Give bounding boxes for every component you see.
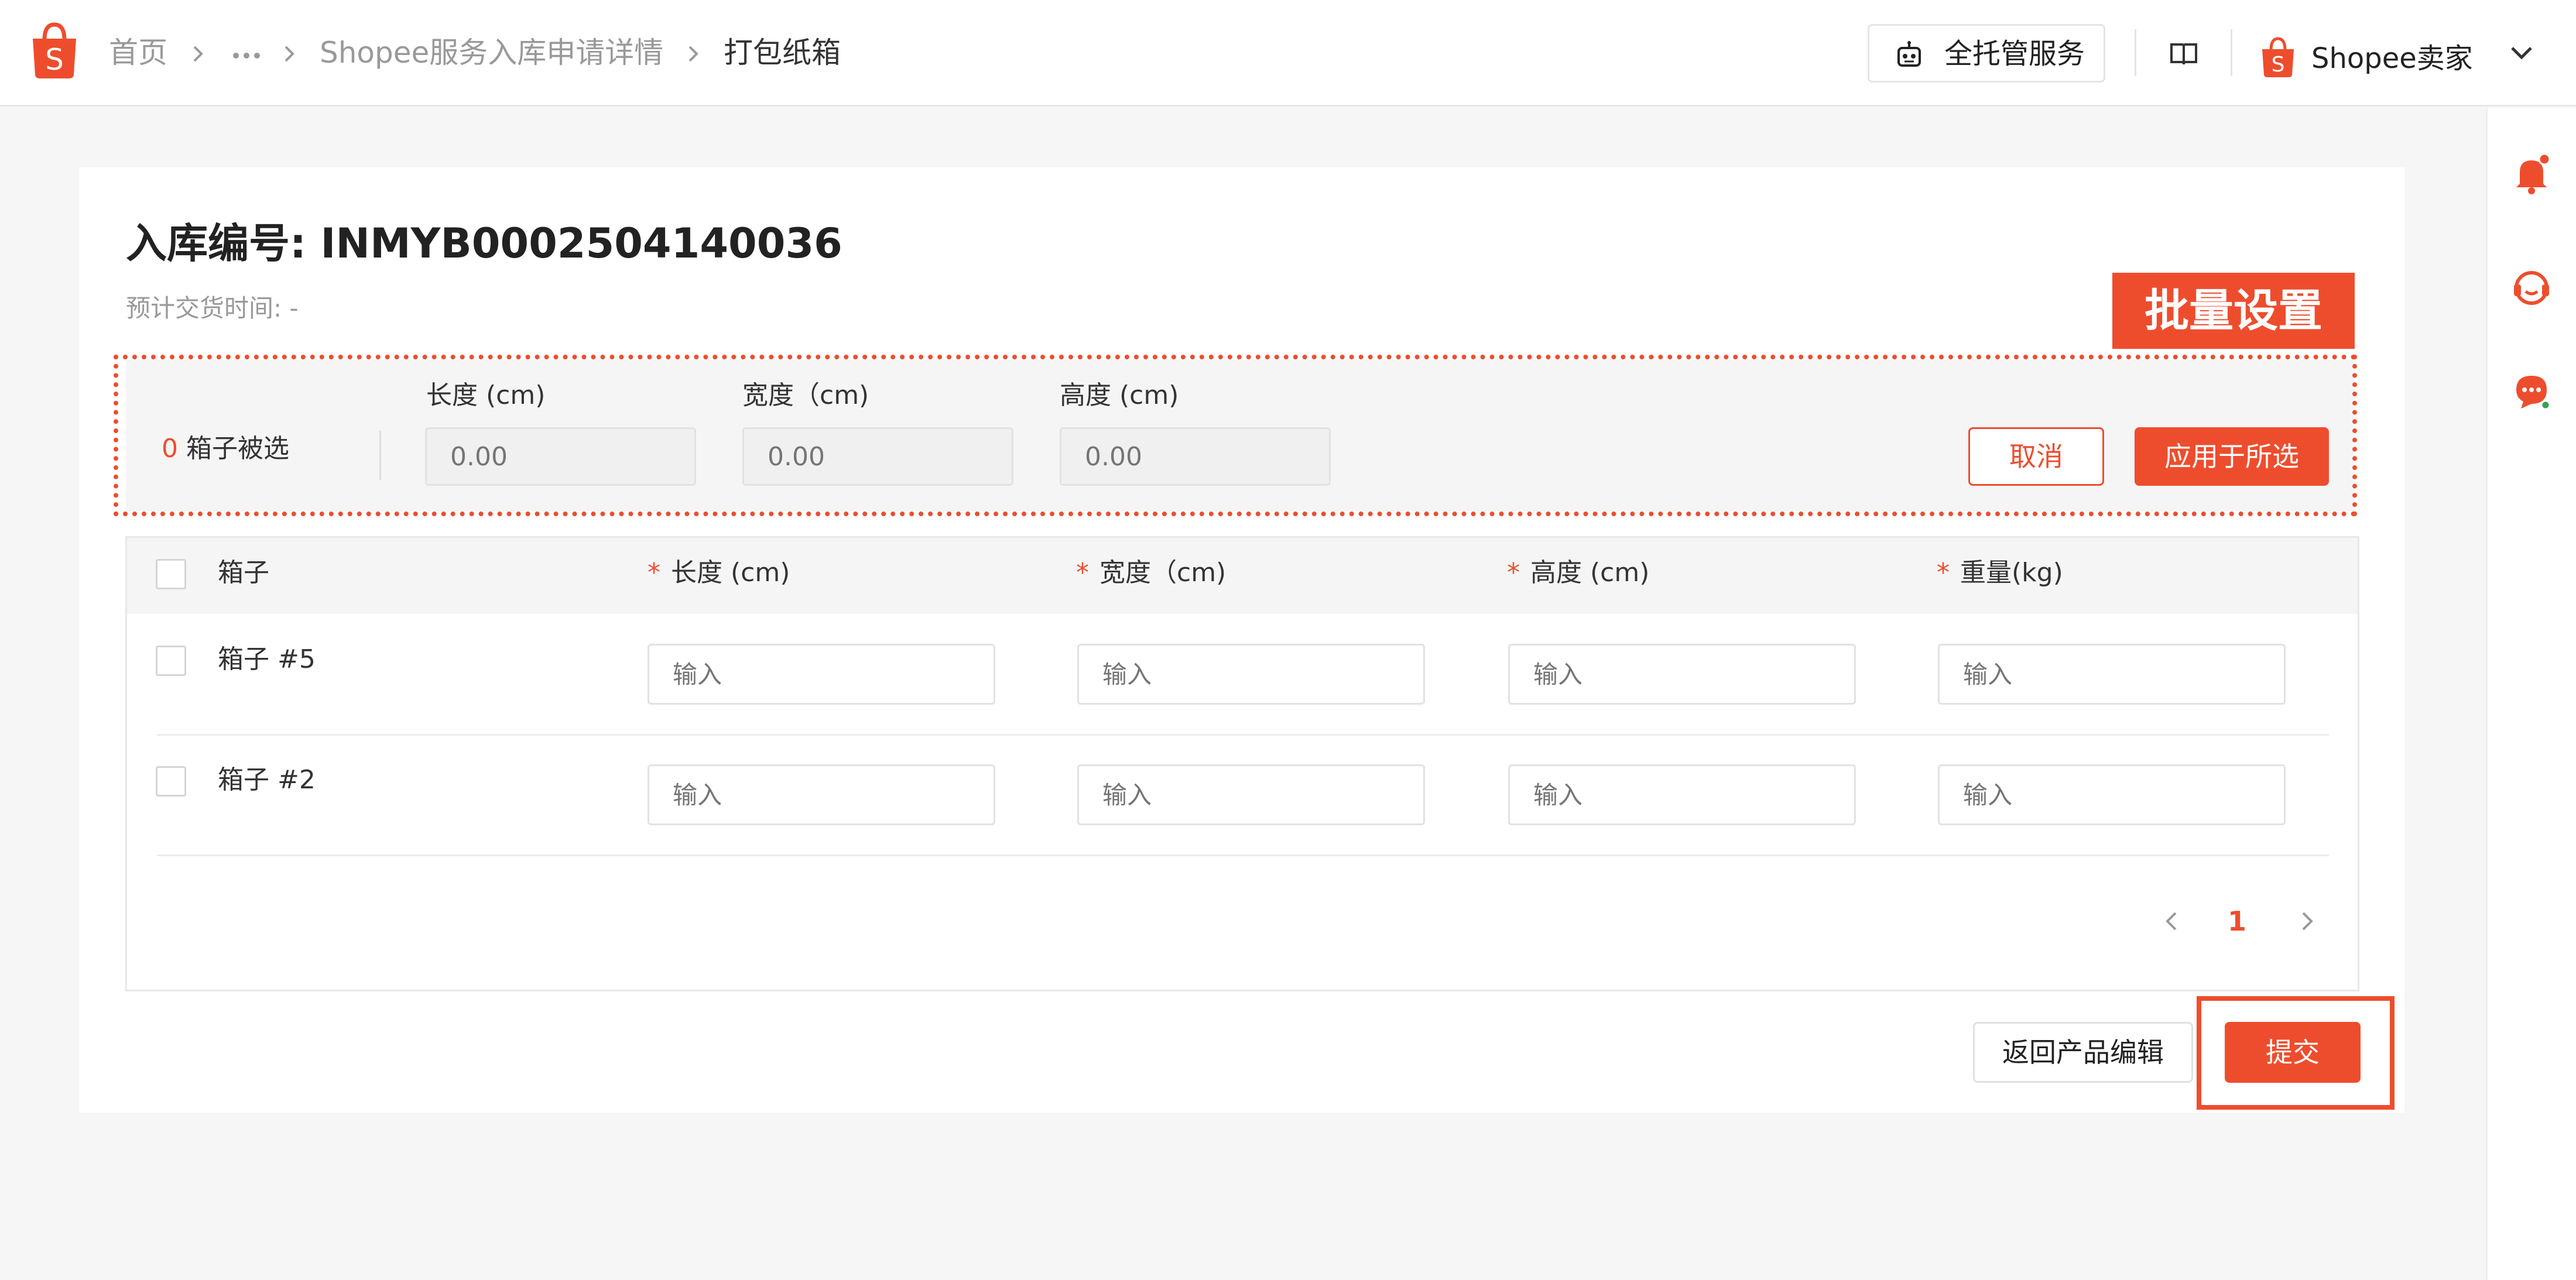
row-checkbox[interactable] — [156, 766, 186, 797]
batch-width-input[interactable] — [742, 427, 1013, 486]
robot-icon — [1897, 41, 1921, 67]
shopee-bag-icon[interactable]: S — [28, 21, 81, 80]
box-weight-input[interactable] — [1938, 644, 2286, 705]
column-header-box: 箱子 — [218, 558, 269, 588]
batch-height-label: 高度 (cm) — [1060, 380, 1179, 410]
chevron-right-icon — [193, 46, 203, 62]
page-title: 入库编号: INMYB0002504140036 — [126, 219, 842, 267]
box-name: 箱子 #2 — [218, 765, 316, 795]
box-height-input[interactable] — [1508, 644, 1856, 705]
column-header-weight-label: 重量(kg) — [1960, 558, 2063, 588]
box-name: 箱子 #5 — [218, 644, 316, 674]
column-header-length-label: 长度 (cm) — [671, 558, 790, 588]
row-divider — [157, 734, 2329, 736]
headset-icon[interactable] — [2512, 267, 2551, 309]
breadcrumb-inbound-detail[interactable]: Shopee服务入库申请详情 — [320, 34, 663, 71]
full-service-label: 全托管服务 — [1944, 37, 2085, 70]
batch-length-input[interactable] — [425, 427, 696, 486]
box-height-input[interactable] — [1508, 764, 1856, 825]
box-width-input[interactable] — [1077, 644, 1425, 705]
row-checkbox[interactable] — [156, 646, 186, 676]
chevron-right-icon — [285, 46, 294, 62]
chevron-down-icon[interactable] — [2509, 44, 2534, 62]
box-weight-input[interactable] — [1938, 764, 2286, 825]
selected-count-label: 箱子被选 — [178, 434, 289, 464]
full-service-button[interactable]: 全托管服务 — [1868, 24, 2105, 83]
chat-icon[interactable] — [2512, 371, 2551, 413]
cancel-button[interactable]: 取消 — [1968, 427, 2104, 486]
delivery-time: 预计交货时间: - — [126, 294, 299, 322]
ellipsis-icon[interactable] — [233, 53, 260, 59]
box-length-input[interactable] — [648, 644, 995, 705]
breadcrumb-current: 打包纸箱 — [724, 36, 841, 70]
box-length-input[interactable] — [648, 764, 995, 825]
pagination-current-page[interactable]: 1 — [2222, 904, 2252, 939]
column-header-width-label: 宽度（cm) — [1099, 558, 1227, 588]
breadcrumb-home[interactable]: 首页 — [109, 34, 167, 71]
top-bar: S 首页 Shopee服务入库申请详情 打包纸箱 全托管服务 S Shopee卖… — [0, 0, 2576, 107]
column-header-height-label: 高度 (cm) — [1530, 558, 1650, 588]
box-width-input[interactable] — [1077, 764, 1425, 825]
svg-text:S: S — [2272, 53, 2285, 77]
bell-icon[interactable] — [2512, 153, 2551, 195]
column-header-height: * 高度 (cm) — [1507, 556, 1649, 590]
select-all-checkbox[interactable] — [156, 559, 186, 589]
header-divider — [2135, 29, 2136, 76]
batch-height-input[interactable] — [1060, 427, 1331, 486]
svg-text:S: S — [45, 43, 64, 77]
required-mark: * — [1937, 558, 1950, 588]
apply-to-selected-button[interactable]: 应用于所选 — [2135, 427, 2329, 486]
column-header-width: * 宽度（cm) — [1076, 556, 1226, 590]
required-mark: * — [1076, 558, 1089, 588]
back-to-product-edit-button[interactable]: 返回产品编辑 — [1973, 1022, 2193, 1083]
seller-name[interactable]: Shopee卖家 — [2311, 41, 2473, 76]
required-mark: * — [648, 558, 660, 588]
batch-divider — [379, 431, 381, 480]
required-mark: * — [1507, 558, 1520, 588]
selected-count-number: 0 — [162, 434, 178, 464]
prev-page-icon[interactable] — [2161, 908, 2181, 934]
column-header-length: * 长度 (cm) — [648, 556, 790, 590]
batch-length-label: 长度 (cm) — [426, 380, 546, 410]
batch-settings-annotation: 批量设置 — [2112, 273, 2355, 349]
submit-button[interactable]: 提交 — [2225, 1022, 2361, 1083]
next-page-icon[interactable] — [2297, 908, 2317, 934]
row-divider — [157, 855, 2329, 856]
chevron-right-icon — [688, 46, 698, 62]
column-header-weight: * 重量(kg) — [1937, 556, 2063, 590]
header-divider — [2231, 29, 2232, 76]
book-icon[interactable] — [2169, 41, 2198, 67]
selected-count: 0 箱子被选 — [162, 432, 289, 466]
shopee-seller-icon: S — [2262, 37, 2294, 77]
batch-width-label: 宽度（cm) — [742, 380, 869, 410]
